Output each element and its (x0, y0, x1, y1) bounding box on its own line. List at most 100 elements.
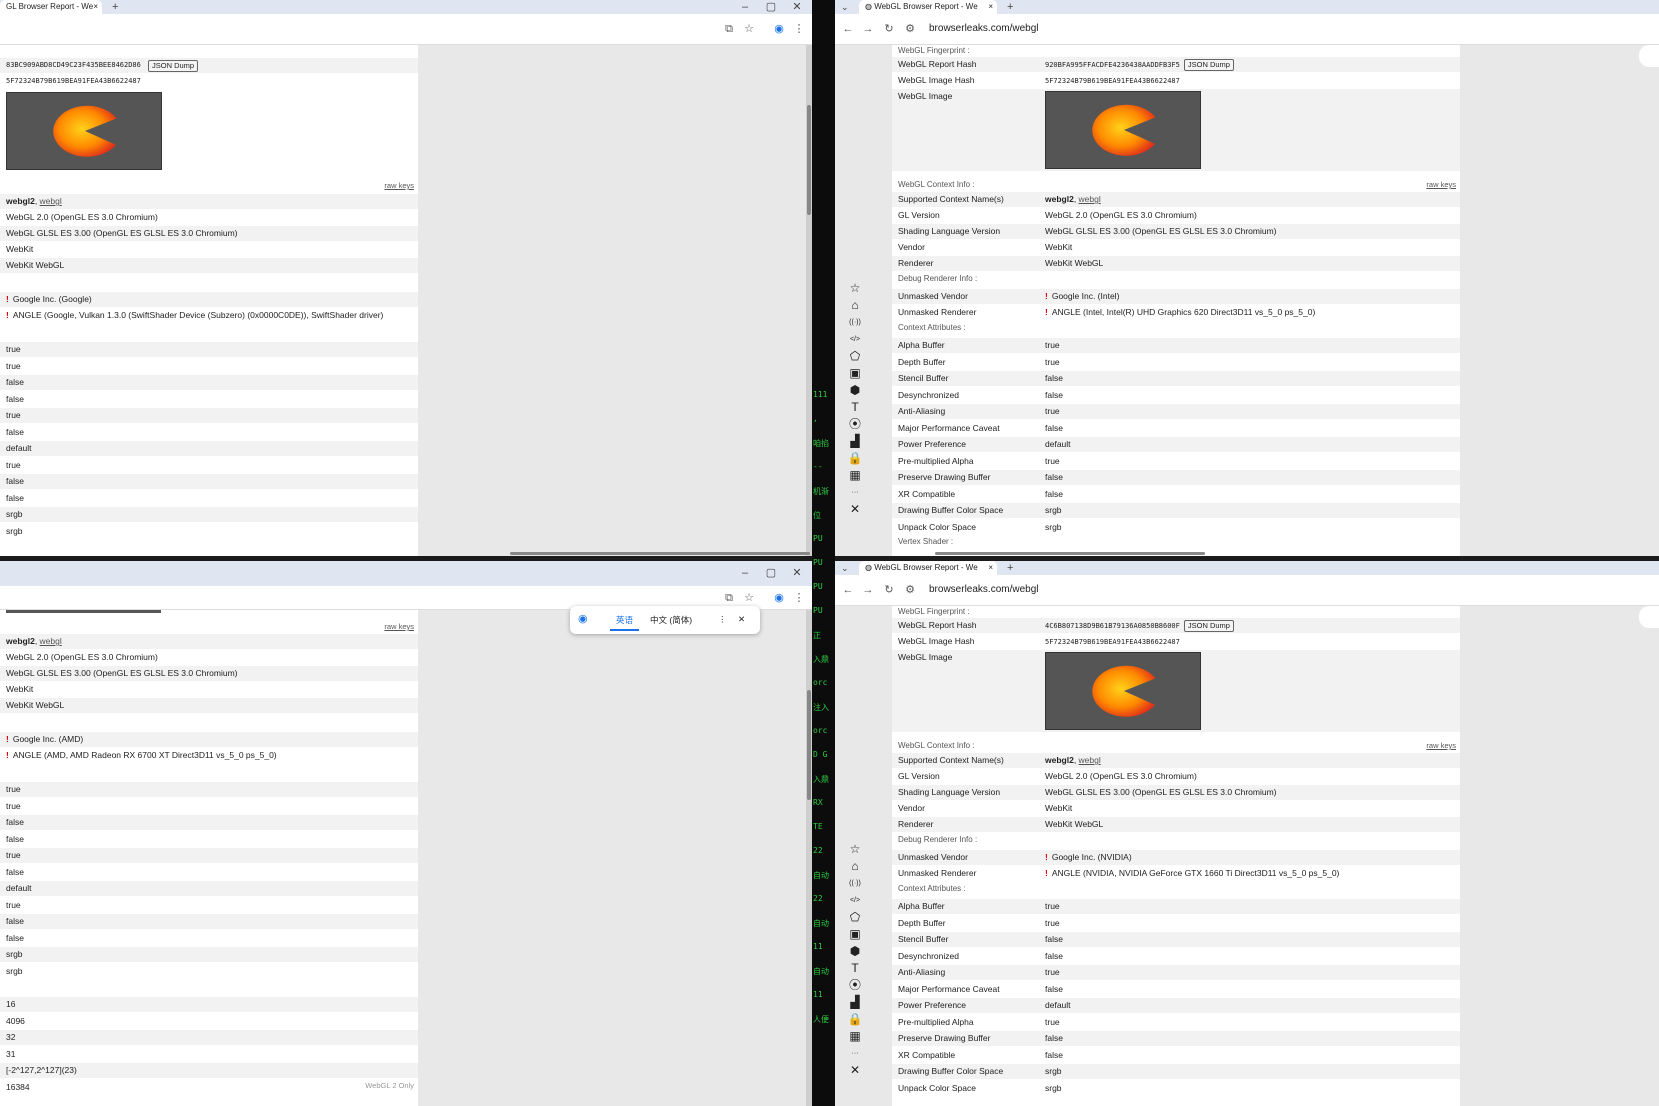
lock-icon[interactable]: 🔒 (843, 1011, 867, 1028)
forward-icon[interactable]: → (861, 582, 875, 598)
translate-rail[interactable] (1639, 45, 1659, 67)
new-tab-button[interactable]: + (112, 0, 118, 14)
translate-rail[interactable] (1639, 606, 1659, 628)
chart-icon[interactable]: ▟ (843, 994, 867, 1011)
image-icon[interactable]: ▣ (843, 365, 867, 382)
location-icon[interactable]: ⦿ (843, 416, 867, 433)
context-link[interactable]: webgl (40, 636, 62, 646)
pin-icon[interactable]: ☆ (843, 280, 867, 297)
row-value: default (1045, 439, 1071, 449)
grid-icon[interactable]: ▦ (843, 467, 867, 484)
home-icon[interactable]: ⌂ (843, 858, 867, 875)
raw-keys-link[interactable]: raw keys (384, 181, 414, 190)
row-value: false (1045, 1049, 1063, 1060)
raw-keys-link[interactable]: raw keys (1426, 741, 1456, 750)
bookmark-star-icon[interactable]: ☆ (742, 590, 756, 606)
gl-version-row: WebGL 2.0 (OpenGL ES 3.0 Chromium) (0, 210, 418, 225)
row-label: Major Performance Caveat (898, 422, 1000, 433)
shape-icon[interactable]: ⬠ (843, 348, 867, 365)
vertical-scrollbar[interactable] (806, 610, 812, 1106)
code-icon[interactable]: </> (843, 331, 867, 348)
pin-icon[interactable]: ☆ (843, 841, 867, 858)
shape-icon[interactable]: ⬠ (843, 909, 867, 926)
globe-icon: ◍ (865, 563, 875, 572)
json-dump-button[interactable]: JSON Dump (148, 59, 199, 72)
close-window-button[interactable]: ✕ (784, 0, 810, 14)
row-value: WebGL GLSL ES 3.00 (OpenGL ES GLSL ES 3.… (6, 668, 238, 678)
site-info-icon[interactable]: ⚙ (903, 582, 917, 598)
tab-close-button[interactable]: × (93, 0, 98, 14)
home-icon[interactable]: ⌂ (843, 297, 867, 314)
profile-icon[interactable]: ◉ (772, 21, 786, 37)
text-icon[interactable]: T (843, 399, 867, 416)
address-bar[interactable]: browserleaks.com/webgl (929, 21, 1039, 37)
horizontal-scrollbar[interactable] (510, 552, 810, 555)
close-window-button[interactable]: ✕ (784, 566, 810, 580)
target-language-tab[interactable]: 中文 (简体) (650, 614, 692, 626)
lock-icon[interactable]: 🔒 (843, 450, 867, 467)
text-icon[interactable]: T (843, 960, 867, 977)
image-icon[interactable]: ▣ (843, 926, 867, 943)
raw-keys-link[interactable]: raw keys (1426, 180, 1456, 189)
site-info-icon[interactable]: ⚙ (903, 21, 917, 37)
cube-icon[interactable]: ⬢ (843, 943, 867, 960)
source-language-tab[interactable]: 英语 (610, 614, 640, 631)
gl-version-row: GL Version WebGL 2.0 (OpenGL ES 3.0 Chrom… (892, 208, 1460, 223)
back-icon[interactable]: ← (841, 582, 855, 598)
more-icon[interactable]: ··· (843, 1045, 867, 1062)
browser-tab[interactable]: ◍ WebGL Browser Report - We × (859, 0, 997, 14)
grid-icon[interactable]: ▦ (843, 1028, 867, 1045)
new-tab-button[interactable]: + (1007, 0, 1013, 14)
broadcast-icon[interactable]: ((·)) (843, 314, 867, 331)
forward-icon[interactable]: → (861, 21, 875, 37)
attribute-row: false (0, 931, 418, 946)
new-tab-button[interactable]: + (1007, 561, 1013, 575)
json-dump-button[interactable]: JSON Dump (1183, 58, 1234, 71)
context-link[interactable]: webgl (40, 196, 62, 206)
browser-tab[interactable]: GL Browser Report - We × (0, 0, 102, 14)
page-content: raw keys webgl2, webgl WebGL 2.0 (OpenGL … (0, 610, 812, 1106)
maximize-button[interactable]: ▢ (758, 566, 784, 580)
close-popup-button[interactable]: ✕ (738, 614, 745, 625)
broadcast-icon[interactable]: ((·)) (843, 875, 867, 892)
reload-icon[interactable]: ↻ (882, 21, 896, 37)
address-bar[interactable]: browserleaks.com/webgl (929, 582, 1039, 598)
tools-icon[interactable]: ✕ (843, 501, 867, 518)
menu-icon[interactable]: ⋮ (792, 590, 806, 606)
reload-icon[interactable]: ↻ (882, 582, 896, 598)
menu-icon[interactable]: ⋮ (792, 21, 806, 37)
translate-icon[interactable]: ⧉ (722, 21, 736, 37)
warning-icon: ! (1045, 852, 1048, 862)
page-content: WebGL Fingerprint : WebGL Report Hash 4C6… (835, 606, 1659, 1106)
image-hash-value: 5F72324B79B619BEA91FEA43B6622487 (1045, 77, 1180, 85)
bookmark-star-icon[interactable]: ☆ (742, 21, 756, 37)
minimize-button[interactable]: – (732, 0, 758, 14)
attribute-row: true (0, 458, 418, 473)
cube-icon[interactable]: ⬢ (843, 382, 867, 399)
maximize-button[interactable]: ▢ (758, 0, 784, 14)
row-label: WebGL Report Hash (898, 620, 977, 630)
location-icon[interactable]: ⦿ (843, 977, 867, 994)
browser-tab[interactable]: ◍ WebGL Browser Report - We × (859, 561, 997, 575)
profile-icon[interactable]: ◉ (772, 590, 786, 606)
translate-icon[interactable]: ⧉ (722, 590, 736, 606)
chart-icon[interactable]: ▟ (843, 433, 867, 450)
json-dump-button[interactable]: JSON Dump (1183, 619, 1234, 632)
tab-search-icon[interactable]: ⌄ (841, 0, 849, 14)
debug-section-title: Debug Renderer Info : (898, 835, 978, 844)
vertical-scrollbar[interactable] (806, 45, 812, 556)
horizontal-scrollbar[interactable] (935, 552, 1205, 555)
tab-close-button[interactable]: × (988, 0, 993, 14)
context-link[interactable]: webgl (1079, 755, 1101, 765)
pacman-shape (1092, 104, 1156, 156)
code-icon[interactable]: </> (843, 892, 867, 909)
raw-keys-link[interactable]: raw keys (384, 622, 414, 631)
tab-search-icon[interactable]: ⌄ (841, 561, 849, 575)
more-icon[interactable]: ··· (843, 484, 867, 501)
minimize-button[interactable]: – (732, 566, 758, 580)
more-options-icon[interactable]: ⋮ (718, 614, 727, 625)
back-icon[interactable]: ← (841, 21, 855, 37)
context-link[interactable]: webgl (1079, 194, 1101, 204)
tools-icon[interactable]: ✕ (843, 1062, 867, 1079)
tab-close-button[interactable]: × (988, 561, 993, 575)
